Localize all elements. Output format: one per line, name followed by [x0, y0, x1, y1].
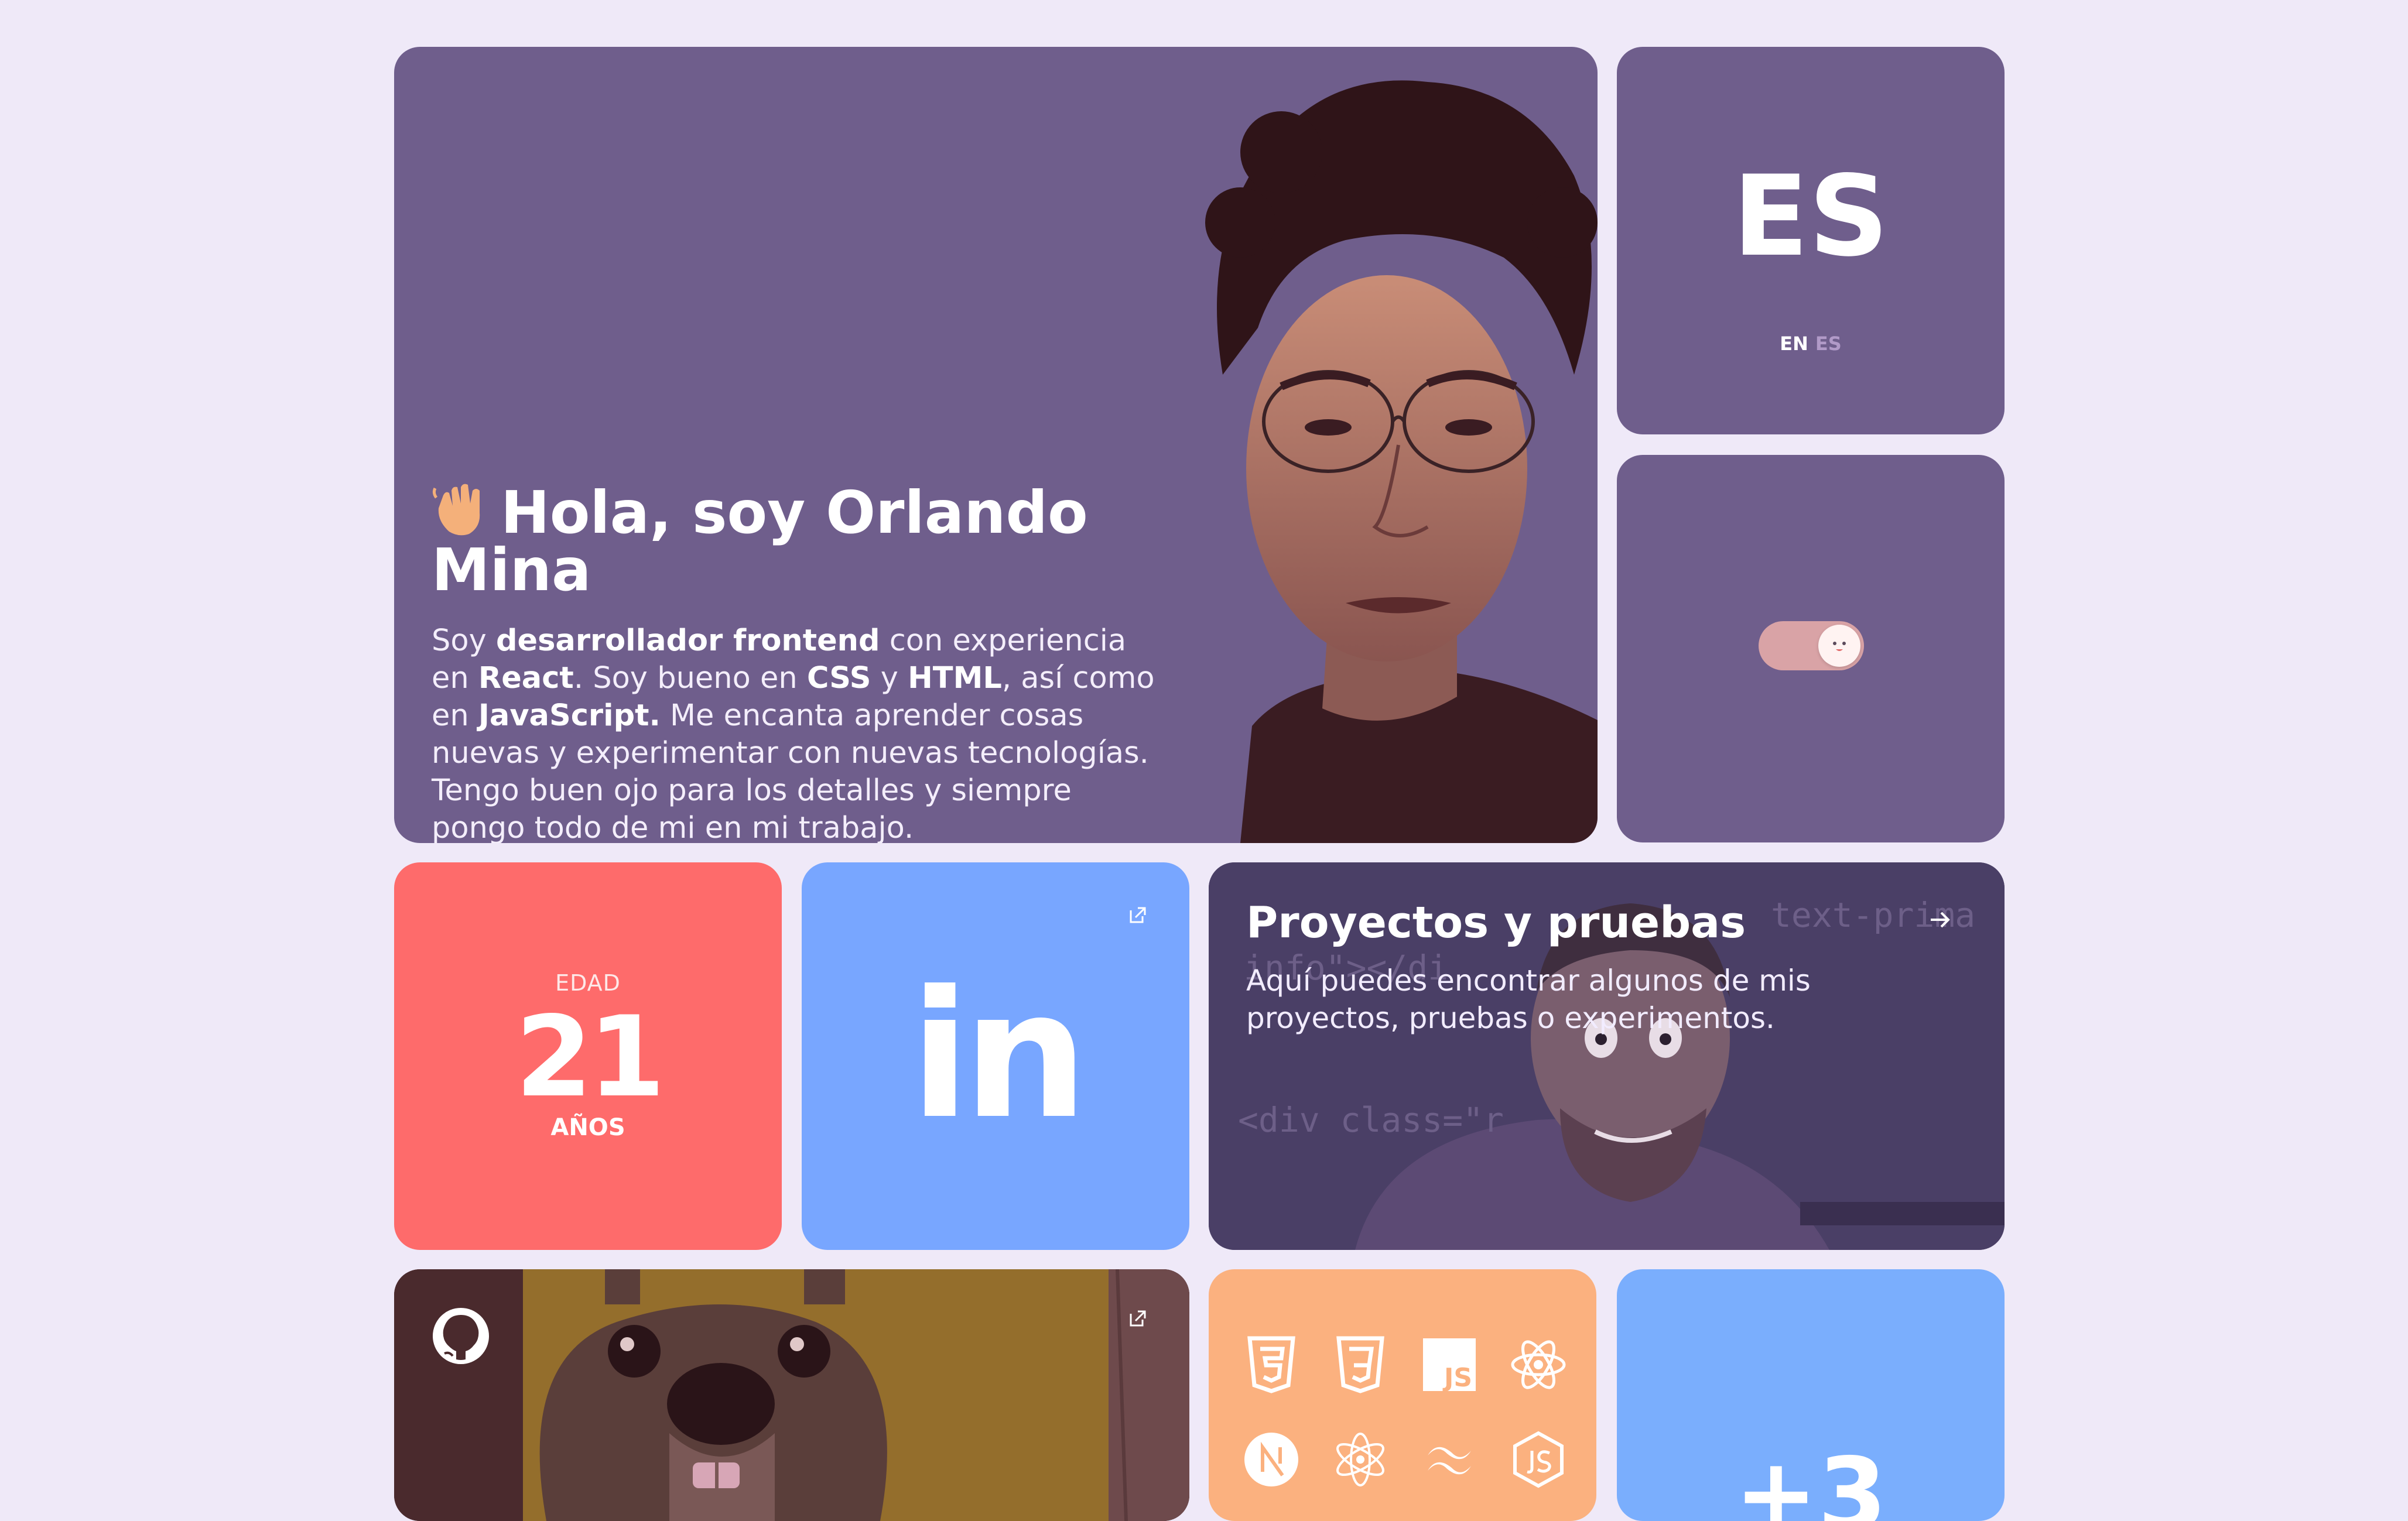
css3-icon	[1336, 1336, 1384, 1393]
greeting-heading: Hola, soy Orlando Mina	[432, 480, 1158, 600]
bio-bold: CSS	[806, 661, 871, 696]
linkedin-logo: in	[909, 953, 1088, 1157]
nodejs-icon	[1513, 1431, 1564, 1488]
age-value: 21	[515, 992, 665, 1122]
theme-card	[1617, 455, 2005, 842]
code-snippet-3: <div class="r	[1238, 1100, 1504, 1140]
tailwind-icon	[1428, 1447, 1471, 1475]
tech-stack-card: JS	[1209, 1269, 1596, 1521]
language-option-es[interactable]: ES	[1815, 333, 1842, 355]
waving-hand-icon	[432, 484, 480, 536]
linkedin-card[interactable]: in	[802, 862, 1189, 1250]
bio-bold: desarrollador frontend	[495, 624, 880, 658]
more-techs-card[interactable]: +3	[1617, 1269, 2005, 1521]
toggle-knob	[1818, 625, 1860, 667]
react-icon	[1511, 1340, 1566, 1389]
svg-text:JS: JS	[1442, 1363, 1472, 1393]
profile-portrait	[1205, 80, 1598, 843]
projects-card[interactable]: text-prima info"></di <div class="r Proy…	[1209, 862, 2005, 1250]
github-icon	[433, 1308, 489, 1364]
external-link-icon	[1130, 1310, 1146, 1327]
tech-icons-grid: JS	[1241, 1335, 1568, 1489]
language-card: ES EN ES	[1617, 47, 2005, 434]
bio-text: y	[871, 661, 908, 696]
age-card: EDAD 21 AÑOS	[394, 862, 782, 1250]
electron-icon	[1336, 1433, 1384, 1486]
theme-toggle[interactable]	[1759, 621, 1864, 670]
external-link-icon	[1130, 907, 1146, 923]
current-language: ES	[1732, 152, 1889, 281]
github-illustration	[394, 1269, 1189, 1521]
arrow-right-icon	[1931, 912, 1950, 928]
smiley-face-icon	[1833, 642, 1846, 651]
javascript-icon: JS	[1423, 1338, 1476, 1393]
github-card[interactable]	[394, 1269, 1189, 1521]
nextjs-icon	[1244, 1433, 1298, 1486]
html5-icon	[1247, 1336, 1295, 1393]
bio-bold: JavaScript.	[478, 698, 661, 733]
language-option-en[interactable]: EN	[1780, 333, 1808, 355]
bio-bold: React	[478, 661, 574, 696]
hero-text: Hola, soy Orlando Mina Soy desarrollador…	[432, 480, 1158, 844]
bio-paragraph: Soy desarrollador frontend con experienc…	[432, 622, 1158, 843]
bio-bold: HTML	[908, 661, 1002, 696]
language-switcher: EN ES	[1617, 333, 2005, 355]
bio-text: Soy	[432, 624, 496, 658]
greeting-text: Hola, soy Orlando Mina	[432, 478, 1088, 604]
bio-text: . Soy bueno en	[573, 661, 807, 696]
projects-title: Proyectos y pruebas	[1246, 897, 1746, 948]
projects-description: Aquí puedes encontrar algunos de mis pro…	[1246, 964, 1811, 1035]
more-count: +3	[1734, 1437, 1887, 1521]
hero-card: Hola, soy Orlando Mina Soy desarrollador…	[394, 47, 1598, 843]
age-unit: AÑOS	[550, 1114, 625, 1141]
